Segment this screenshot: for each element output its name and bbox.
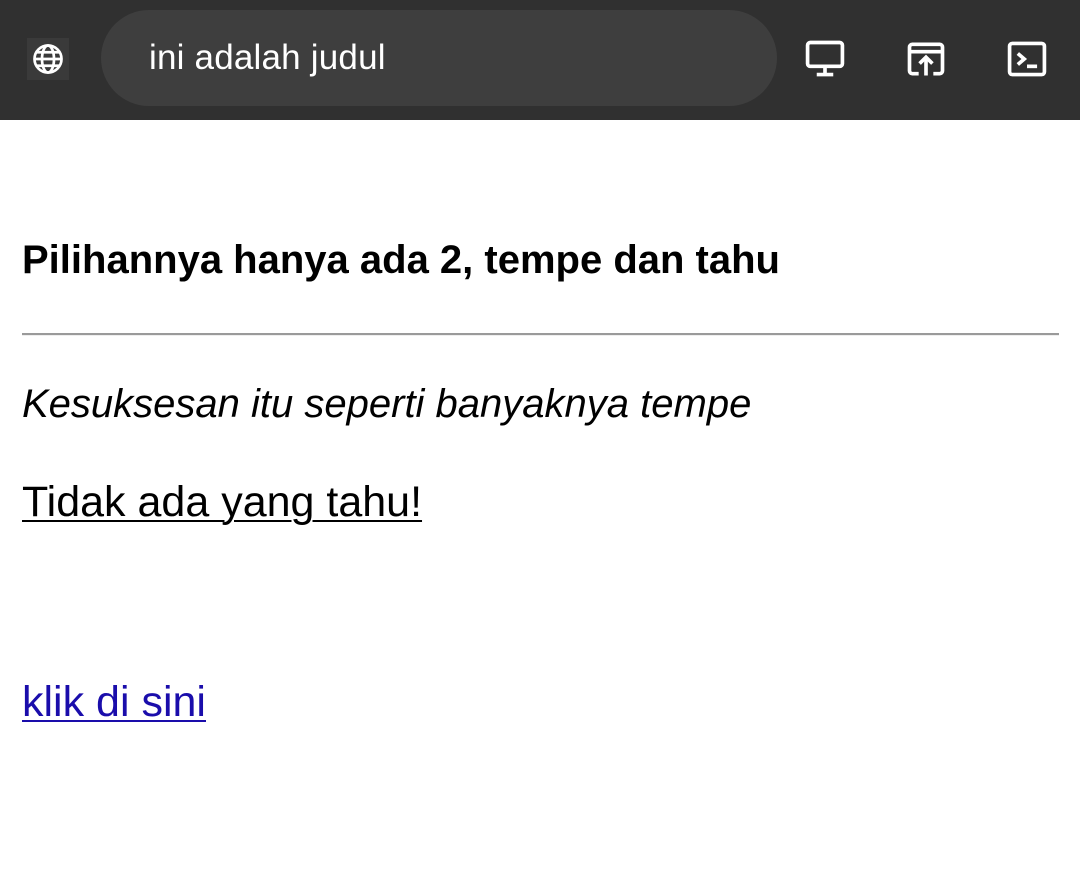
site-info-button[interactable] (27, 38, 69, 80)
page-title-text: ini adalah judul (149, 38, 386, 77)
underlined-text: Tidak ada yang tahu! (22, 478, 423, 526)
desktop-view-button[interactable] (802, 36, 848, 82)
open-in-browser-icon (907, 42, 945, 76)
console-button[interactable] (1004, 36, 1050, 82)
desktop-icon (805, 40, 845, 77)
italic-text: Kesuksesan itu seperti banyaknya tempe (22, 382, 752, 426)
horizontal-rule (22, 333, 1059, 336)
click-here-link[interactable]: klik di sini (22, 678, 206, 727)
page-heading: Pilihannya hanya ada 2, tempe dan tahu (22, 238, 780, 282)
browser-toolbar: ini adalah judul (0, 0, 1080, 120)
open-in-browser-button[interactable] (903, 36, 949, 82)
address-bar[interactable]: ini adalah judul (101, 10, 777, 106)
terminal-icon (1007, 41, 1047, 77)
globe-icon (33, 44, 63, 74)
